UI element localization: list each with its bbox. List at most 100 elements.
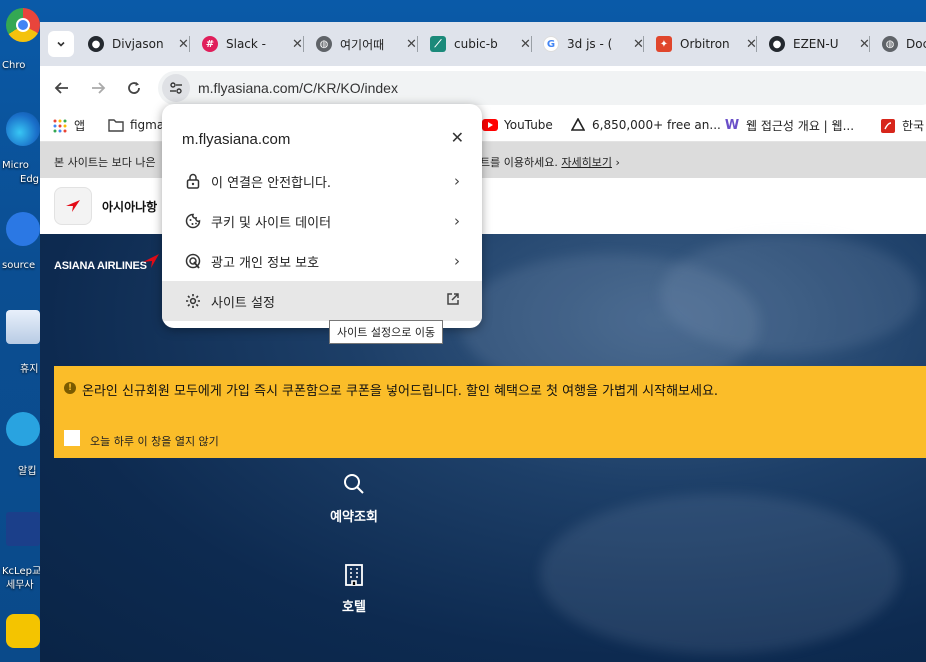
chevron-right-icon: ›: [454, 252, 460, 270]
quick-link-hotel[interactable]: 호텔: [314, 562, 394, 615]
browser-tab[interactable]: ⟋ cubic-b ✕: [430, 30, 531, 58]
settings-gear-icon: [183, 291, 203, 311]
popup-title: m.flyasiana.com: [182, 131, 291, 148]
sourcetree-desktop-icon[interactable]: [6, 212, 40, 246]
chevron-right-icon: ›: [615, 156, 620, 169]
desktop-icon-label: 휴지: [20, 364, 39, 375]
hotel-building-icon: [345, 564, 363, 586]
coupon-banner: ! 온라인 신규회원 모두에게 가입 즉시 쿠폰함으로 쿠폰을 넣어드립니다. …: [54, 366, 926, 458]
search-icon: [344, 474, 364, 494]
tab-separator: [189, 36, 190, 52]
popup-item-label: 광고 개인 정보 보호: [211, 255, 320, 271]
cloud-decoration: [660, 234, 920, 354]
popup-item-label: 이 연결은 안전합니다.: [211, 175, 332, 191]
lock-icon: [183, 171, 203, 191]
dont-show-today-checkbox[interactable]: [64, 430, 80, 446]
bookmark-freepik[interactable]: 6,850,000+ free an...: [570, 117, 721, 133]
dont-show-today-label[interactable]: 오늘 하루 이 창을 열지 않기: [90, 433, 219, 449]
popup-item-connection-secure[interactable]: 이 연결은 안전합니다. ›: [162, 161, 482, 201]
cloud-decoration: [540, 494, 900, 654]
github-icon: ●: [769, 36, 785, 52]
forward-button[interactable]: [86, 76, 110, 100]
globe-icon: ◍: [316, 36, 332, 52]
asiana-airlines-logo[interactable]: ASIANA AIRLINES: [54, 254, 159, 272]
folder-icon: [108, 117, 124, 133]
tab-close-icon[interactable]: ✕: [292, 37, 303, 52]
desktop-icon-label: Chro: [2, 60, 26, 71]
asiana-wing-icon: [143, 254, 159, 268]
tab-search-button[interactable]: [48, 31, 74, 57]
tab-title: Slack -: [226, 37, 266, 51]
tab-separator: [531, 36, 532, 52]
popup-item-cookies[interactable]: 쿠키 및 사이트 데이터 ›: [162, 201, 482, 241]
browser-tab[interactable]: # Slack - ✕: [202, 30, 303, 58]
popup-item-site-settings[interactable]: 사이트 설정: [162, 281, 482, 321]
recycle-bin-icon[interactable]: [6, 310, 40, 344]
reload-icon: [128, 82, 140, 94]
browser-tab[interactable]: ◍ Doc: [882, 30, 926, 58]
google-icon: G: [543, 36, 559, 52]
browser-tab[interactable]: G 3d js - ( ✕: [543, 30, 644, 58]
ad-privacy-icon: [183, 251, 203, 271]
popup-item-ad-privacy[interactable]: 광고 개인 정보 보호 ›: [162, 241, 482, 281]
open-external-icon: [446, 292, 460, 310]
slack-icon: #: [202, 36, 218, 52]
url-text[interactable]: m.flyasiana.com/C/KR/KO/index: [198, 80, 398, 96]
desktop-icon-label: Micro: [2, 160, 29, 171]
back-button[interactable]: [50, 76, 74, 100]
kclep-desktop-icon[interactable]: [6, 512, 40, 546]
site-info-button[interactable]: [162, 74, 190, 102]
arrow-right-icon: [92, 82, 106, 94]
tab-separator: [303, 36, 304, 52]
chrome-desktop-icon[interactable]: [6, 8, 40, 42]
tab-title: Orbitron: [680, 37, 730, 51]
cookie-icon: [183, 211, 203, 231]
site-info-popup: m.flyasiana.com ✕ 이 연결은 안전합니다. › 쿠키 및 사이…: [162, 104, 482, 328]
cubic-bezier-icon: ⟋: [430, 36, 446, 52]
tab-title: 3d js - (: [567, 37, 613, 51]
youtube-icon: [482, 117, 498, 133]
browser-tab[interactable]: ● Divjason ✕: [88, 30, 189, 58]
bookmark-pdf[interactable]: 한국: [880, 117, 924, 134]
app-name: 아시아나항: [102, 200, 158, 214]
edge-desktop-icon[interactable]: [6, 112, 40, 146]
browser-tab[interactable]: ● EZEN-U ✕: [769, 30, 870, 58]
tab-strip: ● Divjason ✕ # Slack - ✕ ◍ 여기어때 ✕ ⟋ cubi…: [40, 22, 926, 66]
tab-title: 여기어때: [340, 37, 385, 52]
coupon-banner-text: 온라인 신규회원 모두에게 가입 즉시 쿠폰함으로 쿠폰을 넣어드립니다. 할인…: [82, 384, 719, 399]
w-icon: W: [724, 118, 740, 133]
popup-item-label: 사이트 설정: [211, 295, 275, 311]
bookmark-label: 앱: [74, 119, 86, 133]
alkeep-desktop-icon[interactable]: [6, 412, 40, 446]
tab-close-icon[interactable]: ✕: [520, 37, 531, 52]
tab-separator: [643, 36, 644, 52]
tab-separator: [869, 36, 870, 52]
kakaotalk-desktop-icon[interactable]: [6, 614, 40, 648]
desktop-icon-label: 세무사: [6, 580, 34, 591]
bookmark-youtube[interactable]: YouTube: [482, 117, 553, 133]
github-icon: ●: [88, 36, 104, 52]
bookmark-web-accessibility[interactable]: W 웹 접근성 개요 | 웹...: [724, 117, 854, 134]
bookmark-label: 한국: [902, 119, 925, 133]
orbitron-icon: ✦: [656, 36, 672, 52]
apps-grid-icon: [52, 118, 68, 134]
bookmark-folder-figma[interactable]: figma: [108, 117, 164, 133]
bookmark-label: YouTube: [504, 118, 553, 132]
notice-detail-link[interactable]: 자세히보기: [561, 156, 612, 169]
quick-link-label: 예약조회: [330, 510, 378, 525]
tab-close-icon[interactable]: ✕: [178, 37, 189, 52]
address-bar[interactable]: m.flyasiana.com/C/KR/KO/index: [158, 71, 926, 105]
tab-title: Divjason: [112, 37, 164, 51]
bookmark-label: figma: [130, 118, 165, 132]
browser-tab[interactable]: ◍ 여기어때 ✕: [316, 30, 417, 58]
reload-button[interactable]: [122, 76, 146, 100]
close-icon[interactable]: ✕: [451, 128, 464, 147]
browser-tab[interactable]: ✦ Orbitron ✕: [656, 30, 757, 58]
globe-icon: ◍: [882, 36, 898, 52]
tab-title: EZEN-U: [793, 37, 839, 51]
tab-close-icon[interactable]: ✕: [406, 37, 417, 52]
bookmark-apps[interactable]: 앱: [52, 117, 85, 134]
quick-link-reservation[interactable]: 예약조회: [314, 472, 394, 525]
airline-logo-text: ASIANA AIRLINES: [54, 260, 147, 272]
quick-link-label: 호텔: [342, 600, 366, 615]
